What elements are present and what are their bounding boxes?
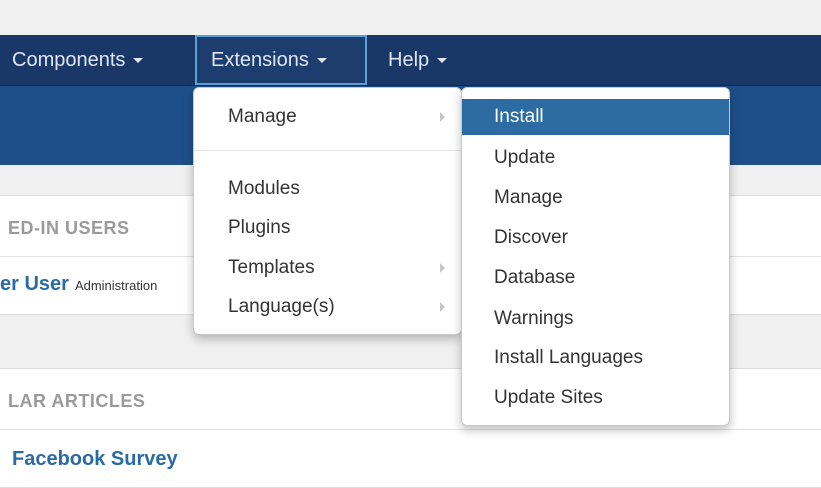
- user-role: Administration: [74, 278, 158, 293]
- menu-item-label: Warnings: [494, 308, 574, 329]
- chevron-down-icon: [133, 58, 144, 64]
- nav-extensions[interactable]: Extensions: [195, 35, 367, 85]
- chevron-right-icon: [440, 302, 445, 312]
- menu-item-plugins[interactable]: Plugins: [194, 211, 461, 245]
- panel-heading: ED-IN USERS: [8, 218, 130, 238]
- chevron-down-icon: [437, 58, 448, 64]
- top-strip: [0, 0, 821, 35]
- menu-divider: [194, 150, 461, 151]
- submenu-item-manage[interactable]: Manage: [462, 180, 729, 216]
- menu-item-languages[interactable]: Language(s): [194, 290, 461, 324]
- menu-item-label: Language(s): [228, 296, 335, 317]
- chevron-right-icon: [440, 112, 445, 122]
- submenu-item-install-languages[interactable]: Install Languages: [462, 340, 729, 376]
- menu-item-manage[interactable]: Manage: [194, 100, 461, 134]
- chevron-right-icon: [440, 263, 445, 273]
- nav-components[interactable]: Components: [12, 35, 144, 85]
- menu-item-label: Discover: [494, 227, 568, 248]
- menu-item-label: Install: [494, 106, 544, 127]
- menu-item-label: Templates: [228, 257, 315, 278]
- menu-item-label: Install Languages: [494, 347, 643, 368]
- submenu-item-update-sites[interactable]: Update Sites: [462, 380, 729, 416]
- menu-item-modules[interactable]: Modules: [194, 172, 461, 206]
- menu-item-label: Database: [494, 267, 576, 288]
- submenu-item-discover[interactable]: Discover: [462, 220, 729, 256]
- menu-item-label: Modules: [228, 178, 300, 199]
- menu-item-templates[interactable]: Templates: [194, 251, 461, 285]
- main-navbar: Components Extensions Help: [0, 35, 821, 86]
- submenu-item-install[interactable]: Install: [462, 99, 729, 135]
- menu-item-label: Manage: [494, 187, 563, 208]
- chevron-down-icon: [316, 58, 327, 64]
- submenu-item-database[interactable]: Database: [462, 260, 729, 296]
- nav-help-label: Help: [388, 49, 430, 71]
- submenu-item-warnings[interactable]: Warnings: [462, 301, 729, 337]
- nav-components-label: Components: [12, 49, 126, 71]
- user-link[interactable]: er User: [0, 273, 69, 295]
- list-item: Facebook Survey: [0, 429, 821, 488]
- panel-heading: LAR ARTICLES: [8, 391, 146, 411]
- submenu-item-update[interactable]: Update: [462, 140, 729, 176]
- menu-item-label: Manage: [228, 106, 297, 127]
- nav-extensions-label: Extensions: [211, 49, 309, 71]
- manage-submenu: Install Update Manage Discover Database …: [461, 87, 730, 426]
- menu-item-label: Plugins: [228, 217, 291, 238]
- menu-item-label: Update Sites: [494, 387, 603, 408]
- nav-help[interactable]: Help: [388, 35, 448, 85]
- extensions-dropdown-menu: Manage Modules Plugins Templates Languag…: [193, 87, 462, 335]
- article-link[interactable]: Facebook Survey: [12, 448, 178, 470]
- menu-item-label: Update: [494, 147, 556, 168]
